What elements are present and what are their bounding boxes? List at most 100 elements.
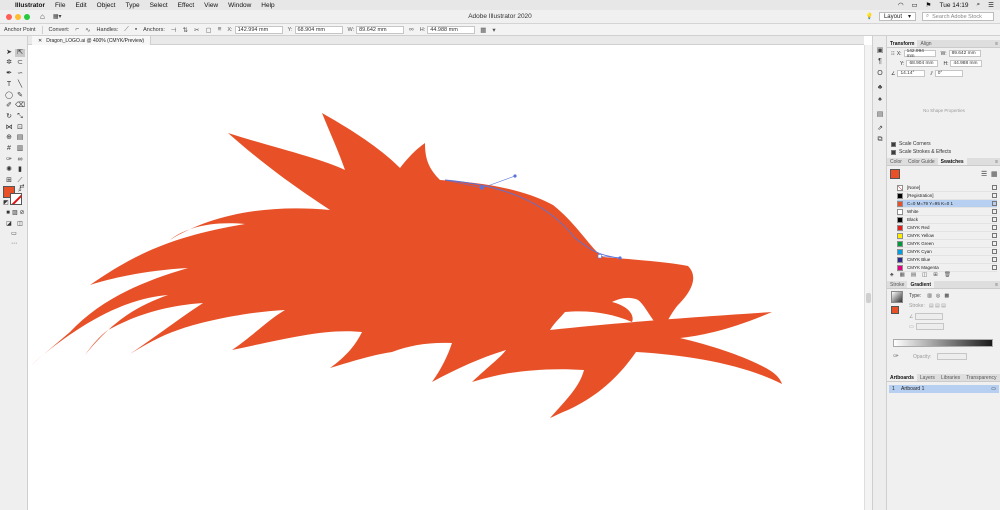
graph-tool-icon[interactable]: ▮ [15,166,25,174]
shear-field[interactable]: 0° [934,70,963,77]
menu-help[interactable]: Help [261,2,274,9]
gradient-angle-field[interactable] [915,313,944,320]
swatch-item[interactable]: [None] [897,184,997,192]
dragon-artwork[interactable] [28,45,864,510]
scale-tool-icon[interactable]: ⤡ [15,113,25,121]
scale-strokes-checkbox[interactable] [891,149,896,155]
transform-x-field[interactable]: 142.994 mm [903,49,936,59]
artboard-tool-icon[interactable]: ⊞ [4,177,14,185]
draw-inside-icon[interactable]: ◫ [15,220,25,228]
scale-strokes-option[interactable]: Scale Strokes & Effects [891,149,951,155]
swatch-item[interactable]: CMYK Blue [897,256,997,264]
stroke-gradient-icon[interactable]: ▤ ▤ ▤ [929,303,946,309]
artboard-row[interactable]: 1 Artboard 1 ▭ [889,385,999,393]
bezier-handle-point[interactable] [513,174,517,178]
gradient-fill-swatch[interactable] [891,306,899,314]
perspective-grid-icon[interactable]: ▤ [15,134,25,142]
transform-h-field[interactable]: 44.988 mm [950,60,983,67]
swatch-item[interactable]: CMYK Red [897,224,997,232]
swatch-item[interactable]: [Registration] [897,192,997,200]
rotate-tool-icon[interactable]: ↻ [4,113,14,121]
paintbrush-icon[interactable]: ✎ [15,92,25,100]
anchor-point[interactable] [480,186,484,190]
x-field[interactable]: 142.994 mm [234,25,283,34]
bezier-handle-point[interactable] [618,256,622,260]
tab-transform[interactable]: Transform [887,40,918,47]
freeform-gradient-icon[interactable]: ▩ [944,293,949,299]
tab-stroke[interactable]: Stroke [887,281,907,288]
stroke-color-box[interactable] [10,193,22,205]
swatch-item[interactable]: White [897,208,997,216]
brushes-icon[interactable]: ♣ [875,84,885,91]
swatch-item[interactable]: C=0 M=79 Y=95 K=0 1 [897,200,997,208]
delete-swatch-icon[interactable]: 🗑 [944,272,951,278]
isolate-icon[interactable]: ▢ [205,26,211,34]
symbols-icon[interactable]: ♠ [875,96,885,103]
tab-libraries[interactable]: Libraries [938,374,963,381]
swatch-item[interactable]: CMYK Yellow [897,232,997,240]
eyedropper-icon[interactable]: ✑ [893,352,899,360]
hide-handles-icon[interactable]: ▪ [135,26,137,33]
scale-corners-checkbox[interactable] [891,141,896,147]
tab-artboards[interactable]: Artboards [887,374,917,381]
lightbulb-icon[interactable]: 💡 [865,13,872,20]
gradient-opacity-field[interactable] [937,353,968,360]
none-mode-icon[interactable]: ⊘ [17,209,27,217]
menu-illustrator[interactable]: Illustrator [15,2,45,9]
swatch-libraries-icon[interactable]: ♣ [890,272,894,278]
zoom-window-button[interactable] [24,13,30,20]
h-field[interactable]: 44.988 mm [427,25,476,34]
menu-select[interactable]: Select [150,2,168,9]
vertical-scrollbar[interactable] [864,45,872,510]
gradient-tool-icon[interactable]: ▥ [15,145,25,153]
transform-icon[interactable]: ▦ [480,26,486,34]
shaper-tool-icon[interactable]: ✐ [4,102,14,110]
transform-w-field[interactable]: 89.642 mm [948,50,981,57]
reference-point-icon[interactable]: ⁝⁝ [891,50,895,57]
rotate-angle-field[interactable]: 14.14° [897,70,926,77]
swatch-options-icon[interactable]: ▤ [911,272,916,278]
width-tool-icon[interactable]: ⋈ [4,124,14,132]
artboard-options-icon[interactable]: ▭ [991,386,999,392]
clock[interactable]: Tue 14:19 [940,2,969,9]
panel-menu-icon[interactable]: ≡ [995,281,1000,288]
battery-icon[interactable]: ▭ [912,1,918,9]
tab-layers[interactable]: Layers [917,374,938,381]
screen-mode-icon[interactable]: ▭ [9,230,19,238]
swatch-item[interactable]: CMYK Cyan [897,248,997,256]
arrange-documents-icon[interactable]: ▦▾ [53,13,62,20]
workspace-switcher[interactable]: Layout ▾ [878,12,916,21]
opentype-icon[interactable]: O [875,70,885,77]
new-swatch-icon[interactable]: ⊞ [933,272,938,278]
artboard-canvas[interactable] [28,45,864,510]
wifi-icon[interactable]: ◠ [898,1,904,9]
minimize-window-button[interactable] [15,13,21,20]
list-view-icon[interactable]: ☰ [981,170,987,178]
control-center-icon[interactable]: ☰ [988,1,994,9]
symbol-sprayer-icon[interactable]: ✺ [4,166,14,174]
default-colors-icon[interactable]: ◩ [1,199,11,207]
properties-icon[interactable]: ▣ [875,46,885,54]
curvature-tool-icon[interactable]: ∽ [15,70,25,78]
swatch-item[interactable]: CMYK Magenta [897,264,997,272]
swap-fill-stroke-icon[interactable]: ⇄ [17,183,27,191]
menu-file[interactable]: File [55,2,65,9]
grid-view-icon[interactable]: ▦ [991,170,998,178]
cut-path-icon[interactable]: ✂ [194,26,199,34]
new-group-icon[interactable]: ◫ [922,272,927,278]
y-field[interactable]: 68.904 mm [294,25,343,34]
home-icon[interactable]: ⌂ [40,12,45,21]
remove-anchor-icon[interactable]: ⊣ [171,26,177,34]
eyedropper-icon[interactable]: ✑ [4,156,14,164]
panel-menu-icon[interactable]: ≡ [995,158,1000,165]
gradient-aspect-field[interactable] [915,323,944,330]
magic-wand-icon[interactable]: ✲ [4,59,14,67]
dragon-logo-path[interactable] [30,113,782,418]
gradient-slider[interactable] [893,339,993,347]
lasso-icon[interactable]: ⊂ [15,59,25,67]
flag-icon[interactable]: ⚑ [926,1,932,9]
radial-gradient-icon[interactable]: ◎ [936,293,940,299]
eraser-icon[interactable]: ⌫ [15,102,25,110]
line-tool-icon[interactable]: ╲ [15,81,25,89]
paragraph-icon[interactable]: ¶ [875,58,885,65]
